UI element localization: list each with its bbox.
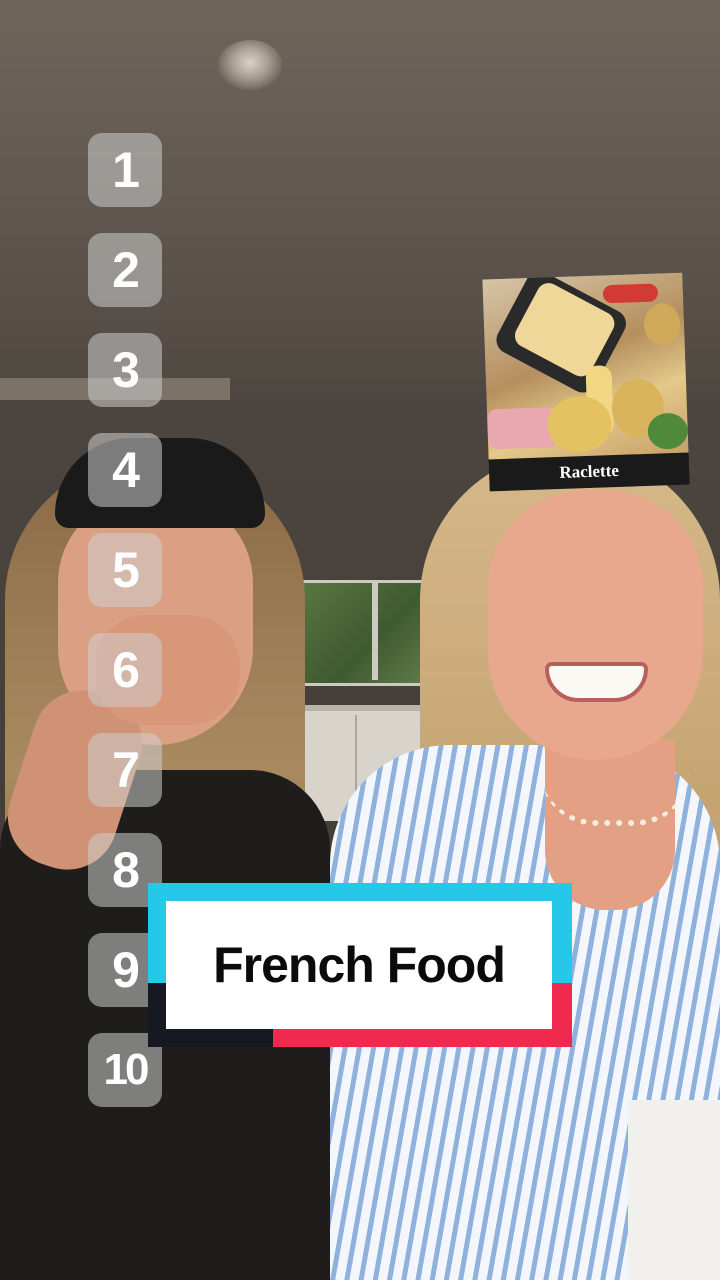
window-frame [372,580,378,680]
raclette-photo [482,272,689,460]
rank-slot-3: 3 [88,333,162,407]
rank-slot-4: 4 [88,433,162,507]
greens [647,412,689,450]
food-card: Raclette [482,272,690,492]
potato [643,302,681,346]
rank-slot-7: 7 [88,733,162,807]
rank-slot-1: 1 [88,133,162,207]
rank-slot-2: 2 [88,233,162,307]
right-person-tank-top [628,1100,720,1280]
ceiling-light [218,40,282,90]
banner-title: French Food [213,937,506,993]
rank-slot-5: 5 [88,533,162,607]
title-banner: French Food [148,883,572,1047]
tomatoes [602,283,659,304]
banner-face: French Food [166,901,552,1029]
rank-slot-6: 6 [88,633,162,707]
right-person-smile [545,662,648,702]
right-person-face [488,490,703,760]
potato [546,395,613,454]
